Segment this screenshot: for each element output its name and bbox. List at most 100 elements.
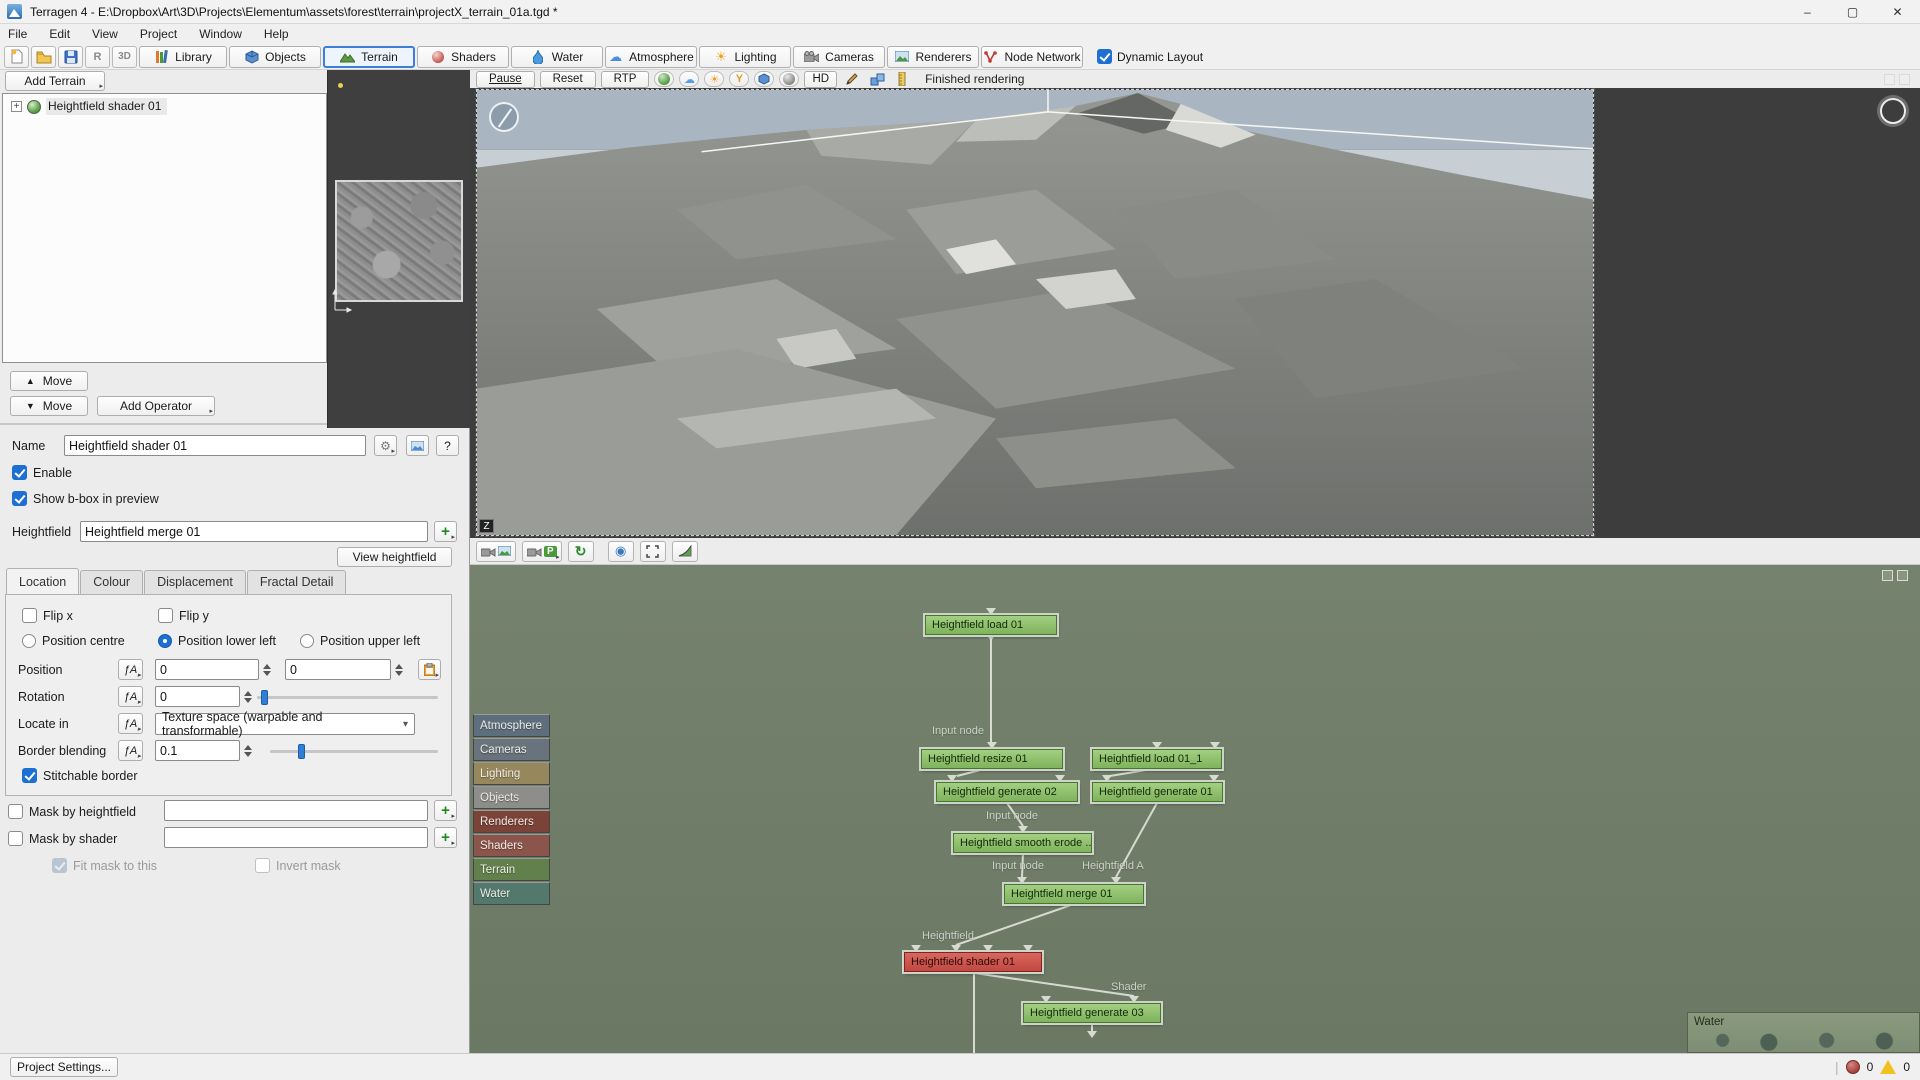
rotation-slider-handle[interactable] (261, 690, 268, 705)
render-view-button[interactable]: R (85, 46, 110, 68)
fit-mask-toggle[interactable]: Fit mask to this (52, 858, 157, 873)
minimize-button[interactable]: – (1785, 0, 1830, 24)
rotation-input[interactable] (155, 686, 240, 707)
tree-item-label[interactable]: Heightfield shader 01 (46, 98, 167, 115)
save-button[interactable] (58, 46, 83, 68)
position-centre-radio[interactable] (22, 634, 36, 648)
menu-window[interactable]: Window (199, 27, 242, 41)
lighting-toggle[interactable]: Y (729, 71, 749, 87)
menu-help[interactable]: Help (264, 27, 289, 41)
clouds-toggle[interactable]: ☁ (679, 71, 699, 87)
fit-mask-checkbox[interactable] (52, 858, 67, 873)
stitchable-border-checkbox[interactable] (22, 768, 37, 783)
move-down-button[interactable]: ▼Move (10, 396, 88, 416)
move-up-button[interactable]: ▲Move (10, 371, 88, 391)
copy-camera-button[interactable] (476, 541, 516, 562)
menu-project[interactable]: Project (140, 27, 177, 41)
menu-edit[interactable]: Edit (49, 27, 70, 41)
node-heightfield-generate-03[interactable]: Heightfield generate 03 (1023, 1003, 1161, 1023)
camera-preset-button[interactable]: P (522, 541, 562, 562)
mask-by-shader-toggle[interactable]: Mask by shader (8, 831, 117, 846)
position-upper-left-option[interactable]: Position upper left (300, 634, 420, 648)
heightfield-thumbnail[interactable] (335, 180, 463, 302)
enable-checkbox[interactable] (12, 465, 27, 480)
toolbar-terrain[interactable]: Terrain (323, 46, 415, 68)
node-heightfield-generate-01[interactable]: Heightfield generate 01 (1092, 782, 1223, 802)
mask-by-shader-checkbox[interactable] (8, 831, 23, 846)
project-settings-button[interactable]: Project Settings... (10, 1057, 118, 1077)
view-heightfield-button[interactable]: View heightfield (337, 547, 452, 567)
error-icon[interactable] (1846, 1060, 1860, 1074)
node-heightfield-load-01[interactable]: Heightfield load 01 (925, 615, 1057, 635)
help-button[interactable]: ? (436, 435, 459, 456)
menu-view[interactable]: View (92, 27, 118, 41)
frame-view-button[interactable] (640, 541, 666, 562)
planet-toggle[interactable] (654, 71, 674, 87)
border-blending-input[interactable] (155, 740, 240, 761)
position-paste-button[interactable] (418, 659, 441, 680)
toolbar-objects[interactable]: Objects (229, 46, 321, 68)
expander-icon[interactable]: + (11, 101, 22, 112)
toolbar-shaders[interactable]: Shaders (417, 46, 509, 68)
tab-fractal-detail[interactable]: Fractal Detail (247, 570, 347, 594)
warning-icon[interactable] (1880, 1060, 1896, 1074)
mask-by-heightfield-input[interactable] (164, 800, 428, 821)
hd-button[interactable]: HD (804, 71, 837, 88)
position-x-spinner[interactable] (260, 659, 273, 680)
show-bbox-checkbox[interactable] (12, 491, 27, 506)
tab-displacement[interactable]: Displacement (144, 570, 246, 594)
toolbar-node-network[interactable]: Node Network (981, 46, 1083, 68)
toolbar-water[interactable]: Water (511, 46, 603, 68)
render-view[interactable]: Z (476, 89, 1594, 536)
tab-colour[interactable]: Colour (80, 570, 143, 594)
toolbar-lighting[interactable]: ☀Lighting (699, 46, 791, 68)
toolbar-cameras[interactable]: Cameras (793, 46, 885, 68)
invert-mask-checkbox[interactable] (255, 858, 270, 873)
tree-item-heightfield-shader[interactable]: + Heightfield shader 01 (3, 94, 326, 115)
paint-button[interactable] (842, 71, 862, 87)
sun-position-widget[interactable] (1880, 98, 1906, 124)
node-heightfield-merge-01[interactable]: Heightfield merge 01 (1004, 884, 1144, 904)
position-lower-left-radio[interactable] (158, 634, 172, 648)
node-heightfield-generate-02[interactable]: Heightfield generate 02 (936, 782, 1078, 802)
border-blending-slider[interactable] (270, 750, 438, 753)
ruler-button[interactable] (892, 71, 912, 87)
3d-view-button[interactable]: 3D (112, 46, 137, 68)
render-panel-controls[interactable] (1884, 74, 1910, 85)
mask-by-heightfield-toggle[interactable]: Mask by heightfield (8, 804, 136, 819)
close-button[interactable]: ✕ (1875, 0, 1920, 24)
measure-button[interactable] (867, 71, 887, 87)
panel-maximize-icon[interactable] (1884, 74, 1895, 85)
toolbar-library[interactable]: Library (139, 46, 227, 68)
node-heightfield-load-01-1[interactable]: Heightfield load 01_1 (1092, 749, 1222, 769)
node-heightfield-resize-01[interactable]: Heightfield resize 01 (921, 749, 1063, 769)
node-heightfield-shader-01[interactable]: Heightfield shader 01 (904, 952, 1042, 972)
position-x-input[interactable] (155, 659, 259, 680)
position-centre-option[interactable]: Position centre (22, 634, 125, 648)
add-operator-button[interactable]: Add Operator (97, 396, 215, 416)
flip-y-toggle[interactable]: Flip y (158, 608, 209, 623)
toolbar-renderers[interactable]: Renderers (887, 46, 979, 68)
maximize-button[interactable]: ▢ (1830, 0, 1875, 24)
add-terrain-button[interactable]: Add Terrain (5, 71, 105, 91)
tab-location[interactable]: Location (6, 568, 79, 594)
shading-toggle[interactable] (779, 71, 799, 87)
border-blending-slider-handle[interactable] (298, 744, 305, 759)
pause-button[interactable]: Pause (476, 71, 535, 88)
show-bbox-toggle[interactable]: Show b-box in preview (12, 491, 159, 506)
rotation-slider[interactable] (257, 696, 438, 699)
border-function-button[interactable]: ƒA (118, 740, 143, 761)
preview-image-button[interactable] (406, 435, 429, 456)
border-blending-spinner[interactable] (241, 740, 254, 761)
position-y-spinner[interactable] (392, 659, 405, 680)
toolbar-atmosphere[interactable]: ☁Atmosphere (605, 46, 697, 68)
dynamic-layout-checkbox[interactable] (1097, 49, 1112, 64)
flip-y-checkbox[interactable] (158, 608, 173, 623)
name-input[interactable] (64, 435, 366, 456)
flip-x-toggle[interactable]: Flip x (22, 608, 73, 623)
sunlight-toggle[interactable]: ☀ (704, 71, 724, 87)
mask-by-heightfield-checkbox[interactable] (8, 804, 23, 819)
rotation-spinner[interactable] (241, 686, 254, 707)
node-network-panel[interactable]: Atmosphere Cameras Lighting Objects Rend… (470, 565, 1920, 1053)
visibility-button[interactable]: ◉ (608, 541, 634, 562)
